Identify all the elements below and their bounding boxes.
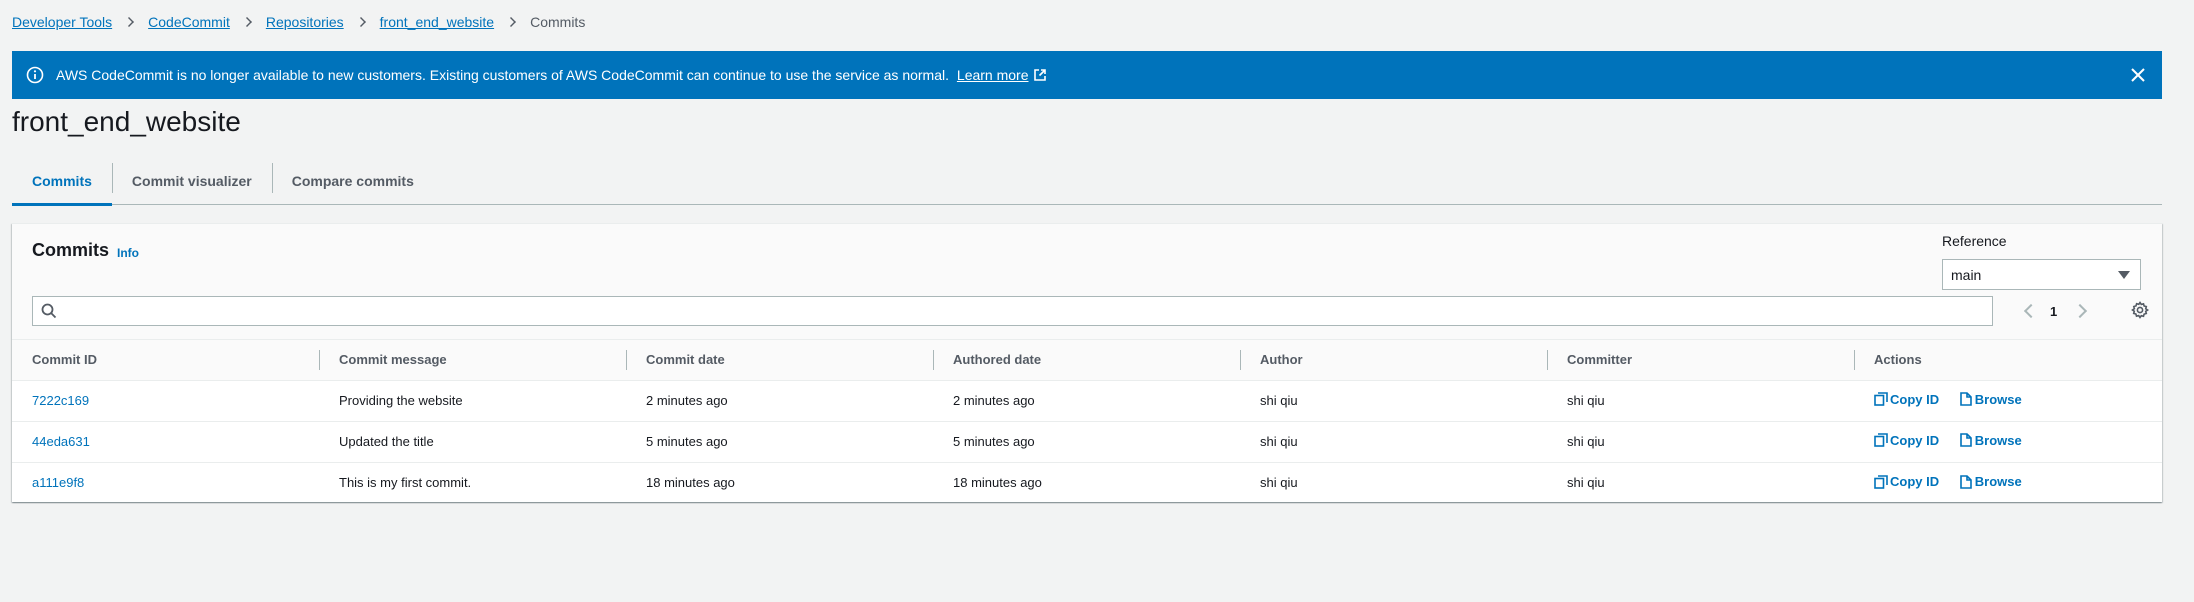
copy-id-label: Copy ID [1890, 391, 1940, 407]
copy-id-button[interactable]: Copy ID [1874, 474, 1939, 489]
browse-label: Browse [1974, 391, 2022, 407]
commit-message: This is my first commit. [339, 475, 472, 491]
commit-date: 2 minutes ago [626, 380, 933, 422]
commit-message: Updated the title [319, 421, 626, 463]
copy-id-button[interactable]: Copy ID [1874, 392, 1939, 407]
column-header-author[interactable]: Author [1240, 340, 1547, 381]
learn-more-label: Learn more [956, 67, 1029, 83]
committer: shi qiu [1547, 421, 1854, 463]
author: shi qiu [1240, 421, 1547, 463]
copy-id-label: Copy ID [1890, 474, 1940, 489]
table-row: a111e9f8 This is my first commit. 18 min… [12, 462, 2162, 503]
search-input[interactable] [57, 298, 1992, 324]
tab-commit-visualizer[interactable]: Commit visualizer [111, 157, 272, 204]
breadcrumb-developer-tools[interactable]: Developer Tools [12, 14, 112, 30]
tab-commits[interactable]: Commits [12, 157, 112, 206]
authored-date: 18 minutes ago [953, 475, 1042, 491]
reference-label: Reference [1942, 233, 2007, 249]
author: shi qiu [1240, 380, 1547, 422]
commit-id-link[interactable]: 7222c169 [32, 393, 89, 408]
banner-message: AWS CodeCommit is no longer available to… [56, 67, 1047, 83]
browse-button[interactable]: Browse [1959, 433, 2022, 448]
breadcrumb-repositories[interactable]: Repositories [266, 14, 344, 30]
reference-value: main [1951, 266, 1982, 283]
search-icon [41, 303, 57, 319]
close-icon[interactable] [2128, 65, 2148, 85]
commits-panel: Commits Info Reference main 1 Commit ID … [12, 223, 2162, 502]
commit-id-link[interactable]: 44eda631 [32, 434, 90, 449]
info-icon [26, 66, 44, 84]
column-header-committer[interactable]: Committer [1547, 340, 1854, 381]
commit-date: 5 minutes ago [626, 421, 933, 463]
column-header-actions: Actions [1854, 340, 2162, 381]
actions-cell: Copy ID Browse [1854, 421, 2162, 463]
commit-date: 18 minutes ago [646, 475, 735, 491]
committer: shi qiu [1547, 380, 1854, 422]
file-icon [1959, 433, 1972, 448]
browse-label: Browse [1974, 432, 2022, 448]
search-box [32, 296, 1993, 326]
caret-down-icon [2118, 271, 2130, 279]
panel-title: Commits [32, 240, 110, 260]
file-icon [1959, 474, 1972, 489]
pagination: 1 [2023, 298, 2088, 324]
column-header-commit-date[interactable]: Commit date [626, 340, 933, 381]
panel-header: Commits Info Reference main 1 [12, 224, 2162, 340]
commits-table: Commit ID Commit message Commit date Aut… [12, 340, 2162, 503]
gear-icon[interactable] [2130, 300, 2150, 320]
chevron-right-icon [506, 17, 517, 27]
authored-date: 5 minutes ago [933, 421, 1240, 463]
chevron-left-icon[interactable] [2023, 303, 2039, 319]
browse-button[interactable]: Browse [1959, 474, 2022, 489]
breadcrumb-codecommit[interactable]: CodeCommit [148, 14, 230, 30]
commit-message: Providing the website [319, 380, 626, 422]
chevron-right-icon [241, 17, 252, 27]
info-banner: AWS CodeCommit is no longer available to… [12, 51, 2162, 99]
info-link[interactable]: Info [117, 246, 139, 260]
table-row: 44eda631 Updated the title 5 minutes ago… [12, 421, 2162, 463]
table-row: 7222c169 Providing the website 2 minutes… [12, 380, 2162, 422]
banner-text: AWS CodeCommit is no longer available to… [56, 67, 950, 83]
table-header-row: Commit ID Commit message Commit date Aut… [12, 340, 2162, 381]
copy-icon [1874, 392, 1888, 407]
file-icon [1959, 392, 1972, 407]
column-header-commit-message[interactable]: Commit message [319, 340, 626, 381]
copy-id-label: Copy ID [1890, 432, 1940, 448]
chevron-right-icon[interactable] [2073, 303, 2088, 319]
learn-more-link[interactable]: Learn more [957, 67, 1047, 83]
actions-cell: Copy ID Browse [1854, 462, 2162, 503]
tab-bar: Commits Commit visualizer Compare commit… [12, 157, 2162, 206]
column-header-commit-id[interactable]: Commit ID [12, 340, 319, 381]
chevron-right-icon [355, 17, 366, 27]
authored-date: 2 minutes ago [933, 380, 1240, 422]
page-title: front_end_website [12, 106, 241, 137]
copy-icon [1874, 474, 1888, 489]
commit-id-link[interactable]: a111e9f8 [32, 475, 84, 490]
browse-label: Browse [1974, 474, 2022, 489]
chevron-right-icon [124, 17, 135, 27]
breadcrumb-current: Commits [530, 14, 586, 30]
tab-compare-commits[interactable]: Compare commits [271, 157, 434, 204]
page-number[interactable]: 1 [2050, 304, 2057, 319]
author: shi qiu [1260, 475, 1298, 491]
actions-cell: Copy ID Browse [1854, 380, 2162, 422]
reference-select[interactable]: main [1942, 259, 2141, 290]
copy-id-button[interactable]: Copy ID [1874, 433, 1939, 448]
committer: shi qiu [1567, 475, 1605, 491]
browse-button[interactable]: Browse [1959, 392, 2022, 407]
breadcrumb-repository[interactable]: front_end_website [380, 14, 494, 30]
external-link-icon [1033, 69, 1046, 81]
copy-icon [1874, 433, 1888, 448]
breadcrumb: Developer Tools CodeCommit Repositories … [12, 14, 585, 30]
column-header-authored-date[interactable]: Authored date [933, 340, 1240, 381]
